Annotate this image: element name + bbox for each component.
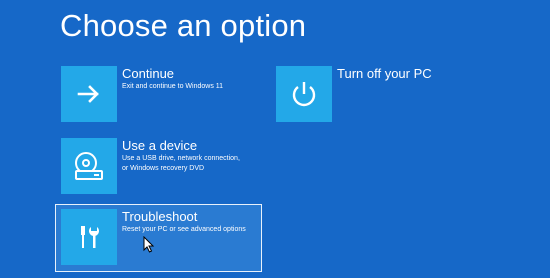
continue-description: Exit and continue to Windows 11: [122, 83, 224, 90]
use-device-tile[interactable]: [61, 138, 117, 194]
continue-title: Continue: [122, 66, 175, 81]
tools-icon: [81, 226, 99, 248]
mouse-cursor-icon: [143, 236, 155, 253]
turn-off-tile[interactable]: [276, 66, 332, 122]
recovery-screen: Choose an option Continue Exit and conti…: [0, 0, 550, 278]
use-device-description-line-1: Use a USB drive, network connection,: [122, 155, 240, 162]
troubleshoot-description: Reset your PC or see advanced options: [122, 226, 246, 233]
use-device-description-line-2: or Windows recovery DVD: [122, 165, 205, 172]
page-title: Choose an option: [60, 8, 307, 43]
troubleshoot-tile[interactable]: [61, 209, 117, 265]
use-device-title: Use a device: [122, 138, 198, 153]
disc-drive-icon: [75, 152, 103, 180]
continue-option[interactable]: Continue Exit and continue to Windows 11: [61, 66, 223, 122]
turn-off-title: Turn off your PC: [337, 66, 432, 81]
turn-off-option[interactable]: Turn off your PC: [276, 66, 432, 122]
arrow-right-icon: [77, 85, 99, 103]
use-device-option[interactable]: Use a device Use a USB drive, network co…: [61, 138, 240, 194]
troubleshoot-title: Troubleshoot: [122, 209, 198, 224]
troubleshoot-option[interactable]: Troubleshoot Reset your PC or see advanc…: [55, 204, 262, 272]
power-icon: [292, 82, 316, 107]
continue-tile[interactable]: [61, 66, 117, 122]
